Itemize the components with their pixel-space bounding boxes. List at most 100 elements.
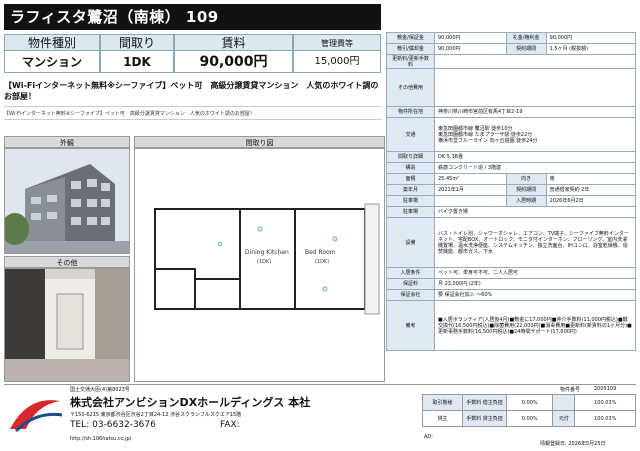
page-title: ラフィスタ鷺沼（南棟） 109 [4,4,381,30]
spec-value: 月 23,000円 (2年) [434,278,636,290]
spec-value: バス・トイレ別、シャワーオシャレ、エアコン、TV端子、シーファイブ無料インターネ… [434,217,636,268]
table-row: 取引態様 手数料 借主負担 0.00% 100.03% [422,394,636,411]
value-type: マンション [4,51,100,73]
spec-value: 神奈川県川崎市宮前区有馬4丁目2-19 [434,106,636,118]
spec-key: 構造 [386,162,435,174]
company-tel: TEL: 03-6632-3676 [70,420,156,430]
table-row: 設備 バス・トイレ別、シャワーオシャレ、エアコン、TV端子、シーファイブ無料インタ… [386,217,636,268]
spec-table: 敷金/保証金 90,000円 礼金/権利金 90,000円 敷引/償却金 90,000円… [386,32,637,351]
fee-key: 元付 [552,410,576,427]
room1-label: Dining Kitchen [245,249,289,256]
other-label: その他 [4,256,130,268]
table-row: 間取り詳細 DK 5.3B畳 [386,151,636,163]
fee-key: 手数料 貸主負担 [462,410,507,427]
ad-label: AD: [424,434,433,440]
spec-key: 敷引/償却金 [386,43,435,55]
spec-key: 物件所在地 [386,106,435,118]
spec-key: 向き [505,173,547,185]
spec-key: 駐車場 [386,195,435,207]
spec-value: 南 [545,173,637,185]
spec-value: 普通借家契約 2年 [545,184,637,196]
table-row: 更新料/更新手数料 [386,54,636,69]
spec-key: 設備 [386,217,435,268]
table-row: 備考 ■入居ボランティア(入居後4月)■敷金に17,000円■仲介手数料(11,0… [386,300,636,351]
spec-value: 2026年6月2日 [545,195,637,207]
spec-value: DK 5.3B畳 [434,151,636,163]
fee-key: 手数料 借主負担 [462,394,507,411]
company-fax: FAX: [220,420,240,430]
spec-key: 礼金/権利金 [505,32,547,44]
spec-value: 25.45m² [434,173,507,185]
spec-key: その他費用 [386,68,435,107]
table-row: 面積 25.45m² 向き南 [386,173,637,185]
table-row: 築年月 2021年1月 契約期間 普通借家契約 2年 [386,184,637,196]
table-row: 敷引/償却金 90,000円 契約期間 1.5ヶ月 (税抜額) [386,43,637,55]
spec-value: 東急田園都市線 鷺沼駅 徒歩10分 東急田園都市線 たまプラーザ駅 徒歩22分 横浜… [434,117,636,152]
fee-value: 0.00% [505,394,554,411]
floorplan-label: 間取り図 [134,136,385,148]
exterior-photo [4,148,130,254]
mode-label: 取引態様 [422,394,463,411]
spec-key: 築年月 [386,184,435,196]
spec-key: 間取り詳細 [386,151,435,163]
header-layout: 間取り [100,34,174,51]
header-type: 物件種別 [4,34,100,51]
table-row: その他費用 [386,68,636,107]
other-photo [4,268,130,382]
spec-key: 交通 [386,117,435,152]
spec-value: ■入居ボランティア(入居後4月)■敷金に17,000円■仲介手数料(11,000… [434,300,636,351]
spec-key: 保証会社 [386,289,435,301]
spec-value: ペット可、単身可不可、二人入居可 [434,267,636,279]
spec-key: 入居条件 [386,267,435,279]
spec-key: 保証料 [386,278,435,290]
table-row: 貸主 手数料 貸主負担 0.00% 元付 100.03% [422,410,636,427]
spec-key: 入居時期 [505,195,547,207]
spec-value: 要 保証会社加入 ～60% [434,289,636,301]
company-logo [6,393,64,435]
floorplan: Dining Kitchen (1DK) Bed Room (1DK) [134,148,385,382]
spec-key: 契約期間 [505,184,547,196]
spec-value: 2021年1月 [434,184,507,196]
fee-value: 100.03% [574,394,636,411]
fee-value: 0.00% [505,410,554,427]
fee-key [552,394,576,411]
spec-value: 鉄筋コンクリート造 / 3階建 [434,162,636,174]
spec-key: 敷金/保証金 [386,32,435,44]
value-rent: 90,000円 [174,51,293,73]
traffic-line: 横浜市営ブルーライン 向ヶ丘遊園 徒歩24分 [438,137,538,144]
table-row: 敷金/保証金 90,000円 礼金/権利金 90,000円 [386,32,637,44]
spec-key: 契約期間 [505,43,547,55]
company-address: 〒150-6215 東京都渋谷区渋谷2丁目24-12 渋谷スクランブルスクエア1… [70,412,242,418]
table-row: 物件所在地 神奈川県川崎市宮前区有馬4丁目2-19 [386,106,636,118]
spec-value: 90,000円 [545,32,637,44]
header-mgmt: 管理費等 [293,34,381,51]
room1-size: (1DK) [257,259,271,265]
spec-value [434,54,636,69]
room2-size: (1DK) [315,259,329,265]
sub-line: 【Wi-Fiインターネット無料※シーファイブ】ペット可 高級分譲賃貸マンション … [4,106,381,120]
spec-value: 90,000円 [434,43,507,55]
table-row: 入居条件 ペット可、単身可不可、二人入居可 [386,267,636,279]
spec-key: 面積 [386,173,435,185]
header-rent: 賃料 [174,34,293,51]
table-row: 構造 鉄筋コンクリート造 / 3階建 [386,162,636,174]
registration-date: 情報登録日: 2026年5月25日 [540,441,606,447]
spec-key: 更新料/更新手数料 [386,54,435,69]
value-mgmt: 15,000円 [293,51,381,73]
spec-value: バイク置き場 [434,206,636,218]
exterior-label: 外観 [4,136,130,148]
property-no-label: 物件番号 [560,387,581,393]
value-layout: 1DK [100,51,174,73]
company-name: 株式会社アンビションDXホールディングス 本社 [70,396,311,409]
footer-divider [4,384,636,385]
company-url: http://sh.106hatsu.co.jp/ [70,436,132,442]
table-row: 保証会社要 保証会社加入 ～60% [386,289,636,301]
table-row: 交通 東急田園都市線 鷺沼駅 徒歩10分 東急田園都市線 たまプラーザ駅 徒歩22分… [386,117,636,152]
license-number: 国土交通大臣(4)第8023号 [70,387,130,393]
fee-table: 取引態様 手数料 借主負担 0.00% 100.03% 貸主 手数料 貸主負担 … [422,394,636,427]
spec-key: 駐車場 [386,206,435,218]
property-no: 2005109 [594,386,617,392]
spec-value: 1.5ヶ月 (税抜額) [545,43,637,55]
fee-value: 100.03% [574,410,636,427]
table-row: 保証料月 23,000円 (2年) [386,278,636,290]
